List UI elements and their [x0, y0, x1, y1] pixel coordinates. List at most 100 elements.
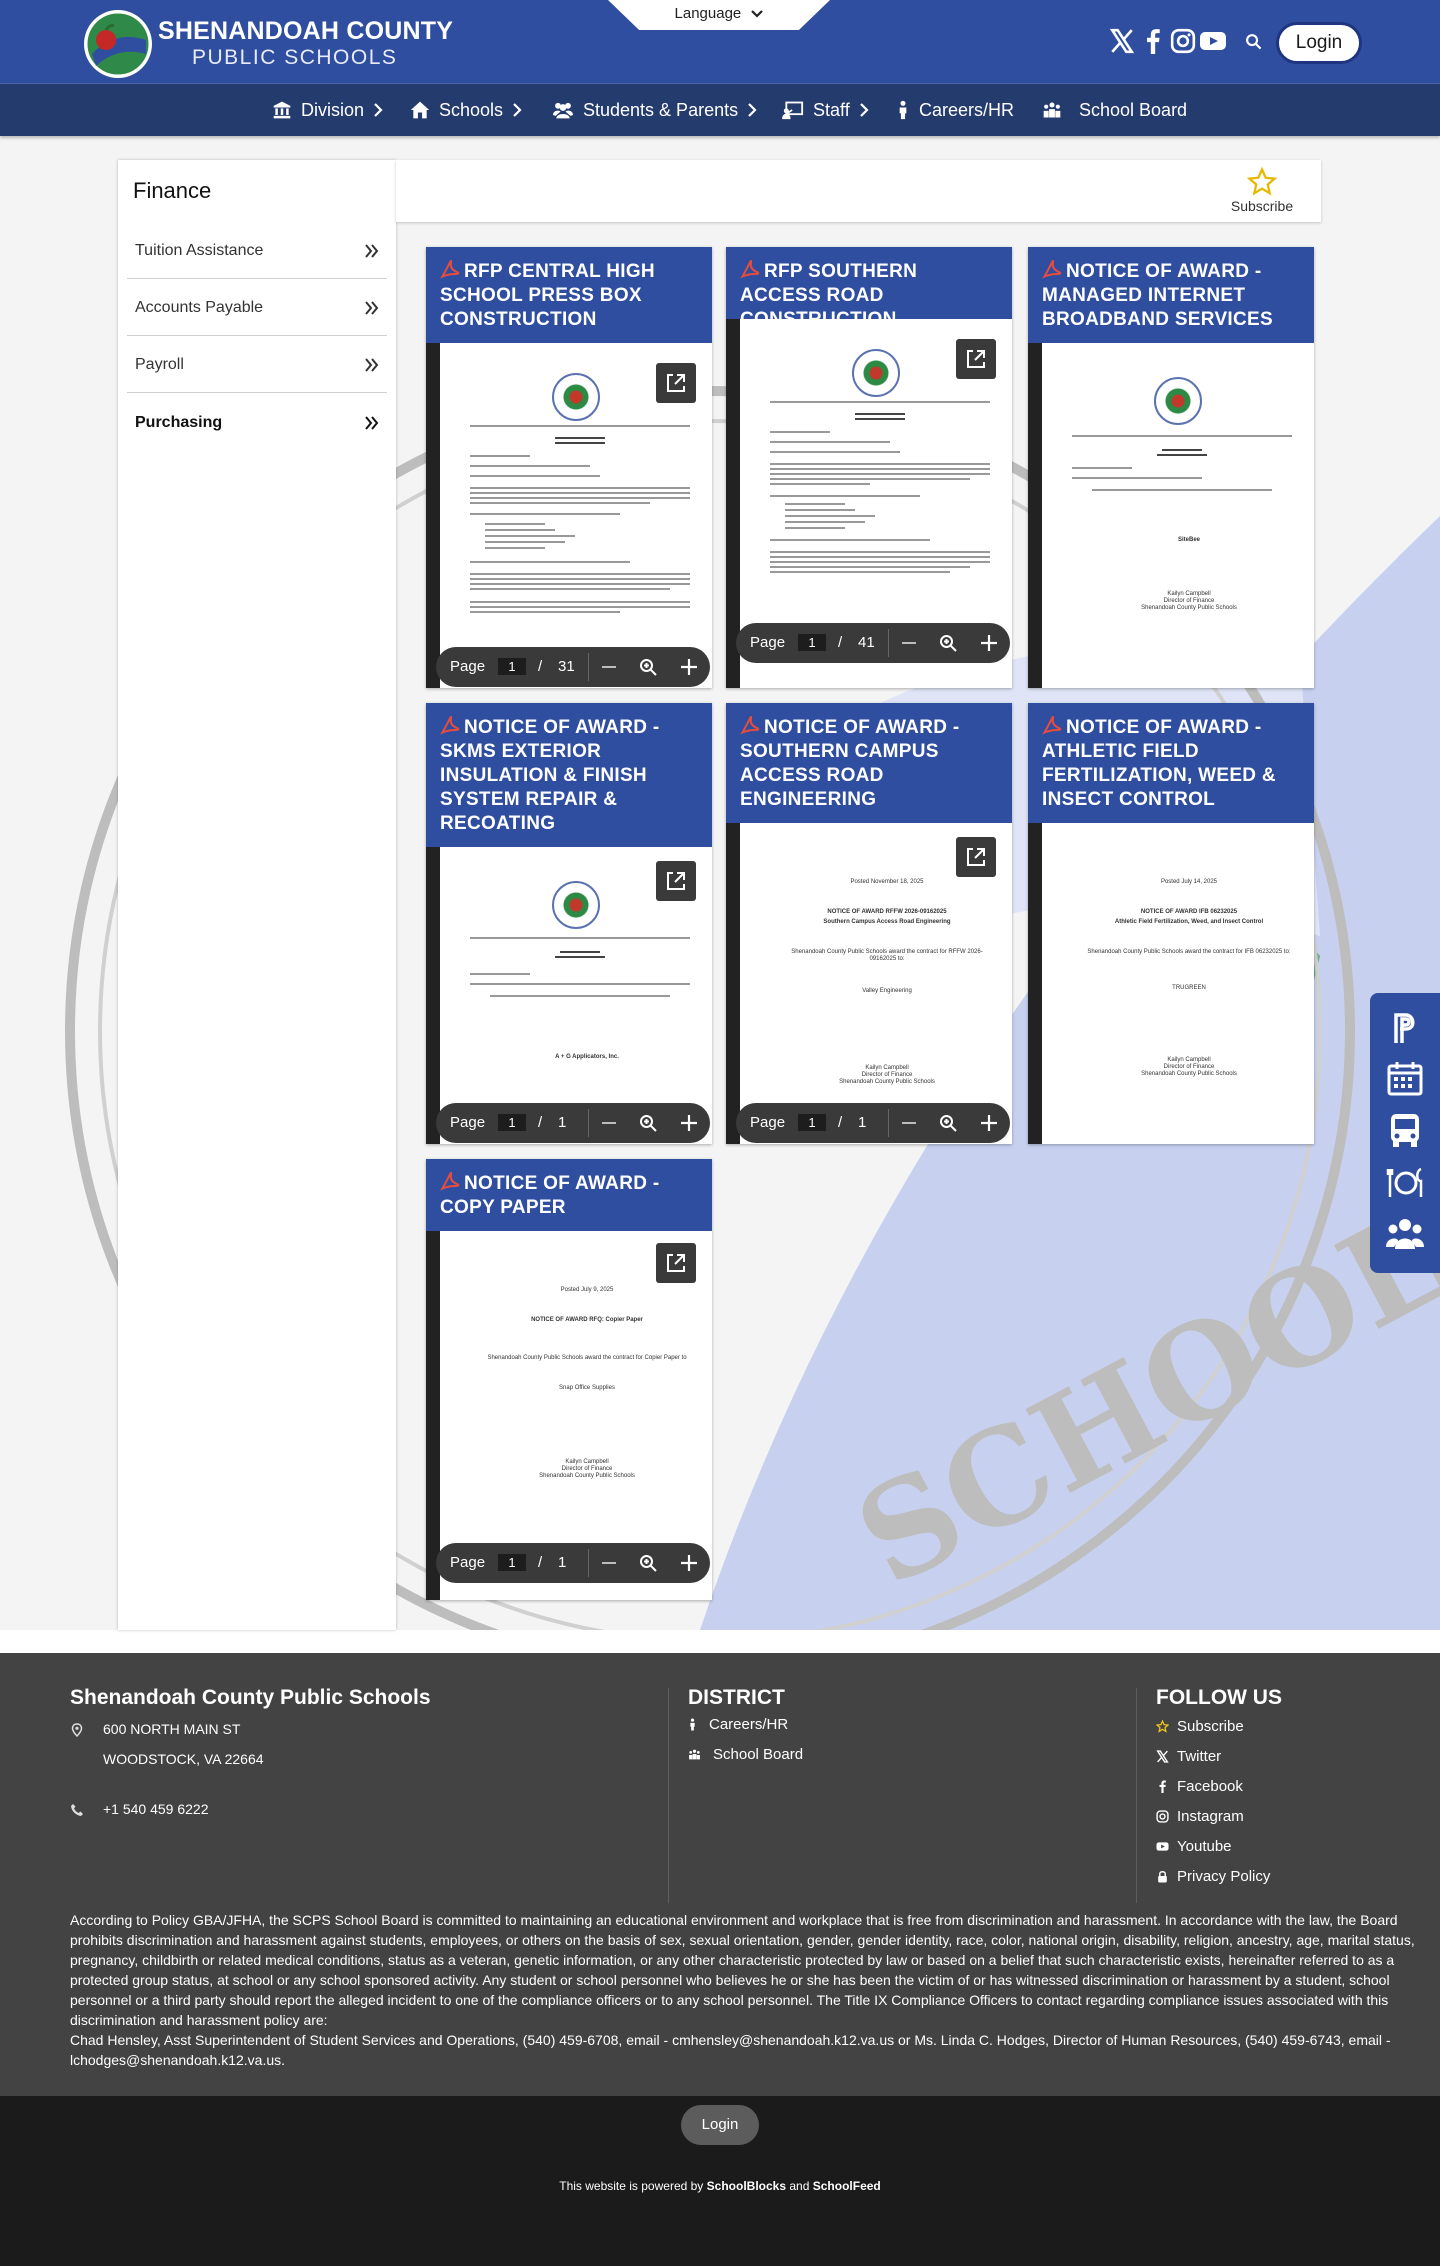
document-card[interactable]: NOTICE OF AWARD - MANAGED INTERNET BROAD… [1028, 247, 1314, 688]
card-title[interactable]: NOTICE OF AWARD - COPY PAPER [426, 1159, 712, 1232]
logo-title[interactable]: SHENANDOAH COUNTY [158, 17, 453, 46]
card-title[interactable]: RFP CENTRAL HIGH SCHOOL PRESS BOX CONSTR… [426, 247, 712, 344]
zoom-search-icon[interactable] [639, 1114, 657, 1132]
pdf-viewer[interactable]: Page 1 / 31 [426, 343, 712, 688]
page-total: 41 [858, 634, 875, 651]
parentsquare-icon[interactable] [1386, 1009, 1424, 1047]
district-logo-icon[interactable] [84, 10, 152, 78]
pdf-viewer[interactable]: Posted July 14, 2025 NOTICE OF AWARD IFB… [1028, 823, 1314, 1144]
schoolfeed-link[interactable]: SchoolFeed [813, 2179, 881, 2193]
double-chevron-right-icon [365, 358, 379, 372]
footer-link-privacy-policy[interactable]: Privacy Policy [1156, 1868, 1270, 1885]
zoom-in-icon[interactable] [680, 1554, 698, 1572]
footer-link-facebook[interactable]: Facebook [1156, 1778, 1243, 1795]
site-header: SHENANDOAH COUNTY PUBLIC SCHOOLS Languag… [0, 0, 1440, 83]
sidebar-item-purchasing[interactable]: Purchasing [127, 395, 387, 450]
zoom-search-icon[interactable] [939, 634, 957, 652]
card-title[interactable]: NOTICE OF AWARD - SOUTHERN CAMPUS ACCESS… [726, 703, 1012, 824]
subscribe-button[interactable]: Subscribe [1222, 167, 1302, 214]
page-number-input[interactable]: 1 [798, 634, 826, 651]
zoom-in-icon[interactable] [980, 634, 998, 652]
pdf-viewer[interactable]: SiteBee Kailyn Campbell Director of Fina… [1028, 343, 1314, 688]
zoom-search-icon[interactable] [639, 1554, 657, 1572]
footer-link-subscribe[interactable]: Subscribe [1156, 1718, 1244, 1735]
zoom-out-icon[interactable] [901, 635, 917, 651]
bus-icon[interactable] [1386, 1111, 1424, 1149]
card-title[interactable]: NOTICE OF AWARD - ATHLETIC FIELD FERTILI… [1028, 703, 1314, 824]
footer-link-school-board[interactable]: School Board [688, 1746, 803, 1763]
logo-subtitle[interactable]: PUBLIC SCHOOLS [192, 46, 397, 70]
facebook-icon[interactable] [1140, 28, 1166, 54]
zoom-search-icon[interactable] [639, 658, 657, 676]
document-card[interactable]: NOTICE OF AWARD - COPY PAPER Posted July… [426, 1159, 712, 1600]
zoom-out-icon[interactable] [901, 1115, 917, 1131]
powered-by: This website is powered by SchoolBlocks … [0, 2179, 1440, 2193]
open-external-button[interactable] [656, 363, 696, 403]
community-icon[interactable] [1386, 1215, 1424, 1253]
page-number-input[interactable]: 1 [498, 658, 526, 675]
twitter-x-icon[interactable] [1109, 28, 1135, 54]
pdf-viewer[interactable]: Posted November 18, 2025 NOTICE OF AWARD… [726, 823, 1012, 1144]
site-footer: Shenandoah County Public Schools 600 NOR… [0, 1653, 1440, 2096]
calendar-icon[interactable] [1386, 1059, 1424, 1097]
zoom-search-icon[interactable] [939, 1114, 957, 1132]
footer-link-instagram[interactable]: Instagram [1156, 1808, 1244, 1825]
instagram-icon[interactable] [1170, 28, 1196, 54]
zoom-in-icon[interactable] [680, 658, 698, 676]
nav-item-careers-hr[interactable]: Careers/HR [896, 97, 1014, 123]
footer-login-button[interactable]: Login [681, 2105, 759, 2145]
viewer-sidebar [426, 1231, 440, 1600]
search-icon[interactable] [1245, 33, 1262, 50]
notice-body: Shenandoah County Public Schools award t… [1087, 949, 1291, 955]
open-external-button[interactable] [956, 339, 996, 379]
awarded-vendor: A + G Applicators, Inc. [555, 1054, 619, 1060]
open-external-button[interactable] [656, 1243, 696, 1283]
card-title[interactable]: NOTICE OF AWARD - MANAGED INTERNET BROAD… [1028, 247, 1314, 344]
zoom-in-icon[interactable] [680, 1114, 698, 1132]
sidebar-item-payroll[interactable]: Payroll [127, 338, 387, 393]
page-total: 1 [558, 1114, 567, 1131]
nav-item-label: Careers/HR [919, 99, 1015, 120]
external-link-icon [667, 374, 685, 392]
zoom-out-icon[interactable] [601, 659, 617, 675]
viewer-sidebar [726, 823, 740, 1144]
card-title[interactable]: NOTICE OF AWARD - SKMS EXTERIOR INSULATI… [426, 703, 712, 848]
posted-date: Posted November 18, 2025 [850, 879, 924, 885]
nav-item-staff[interactable]: Staff [782, 97, 869, 123]
page-number-input[interactable]: 1 [498, 1554, 526, 1571]
sidebar-item-tuition-assistance[interactable]: Tuition Assistance [127, 224, 387, 279]
page-number-input[interactable]: 1 [498, 1114, 526, 1131]
zoom-in-icon[interactable] [980, 1114, 998, 1132]
nav-item-schools[interactable]: Schools [410, 97, 522, 123]
building-icon [273, 101, 291, 119]
nav-item-division[interactable]: Division [272, 97, 383, 123]
document-card[interactable]: NOTICE OF AWARD - ATHLETIC FIELD FERTILI… [1028, 703, 1314, 1144]
youtube-icon[interactable] [1199, 28, 1227, 54]
document-card[interactable]: NOTICE OF AWARD - SKMS EXTERIOR INSULATI… [426, 703, 712, 1144]
page-number-input[interactable]: 1 [798, 1114, 826, 1131]
footer-link-youtube[interactable]: Youtube [1156, 1838, 1232, 1855]
zoom-out-icon[interactable] [601, 1115, 617, 1131]
dining-icon[interactable] [1386, 1163, 1424, 1201]
document-card[interactable]: NOTICE OF AWARD - SOUTHERN CAMPUS ACCESS… [726, 703, 1012, 1144]
sidebar-item-accounts-payable[interactable]: Accounts Payable [127, 281, 387, 336]
card-title-text: NOTICE OF AWARD - SKMS EXTERIOR INSULATI… [440, 717, 660, 834]
footer-link-twitter[interactable]: Twitter [1156, 1748, 1221, 1765]
document-card[interactable]: RFP CENTRAL HIGH SCHOOL PRESS BOX CONSTR… [426, 247, 712, 688]
pdf-viewer[interactable]: Page 1 / 41 [726, 319, 1012, 688]
open-external-button[interactable] [956, 837, 996, 877]
pdf-viewer[interactable]: A + G Applicators, Inc. Page 1 / 1 [426, 847, 712, 1144]
open-external-button[interactable] [656, 861, 696, 901]
document-card[interactable]: RFP SOUTHERN ACCESS ROAD CONSTRUCTION Pa… [726, 247, 1012, 688]
language-selector[interactable]: Language [608, 0, 830, 30]
login-button[interactable]: Login [1276, 22, 1362, 64]
pdf-viewer[interactable]: Posted July 9, 2025 NOTICE OF AWARD RFQ:… [426, 1231, 712, 1600]
posted-date: Posted July 14, 2025 [1160, 879, 1218, 885]
viewer-sidebar [1028, 343, 1042, 688]
schoolblocks-link[interactable]: SchoolBlocks [707, 2179, 786, 2193]
nav-item-school-board[interactable]: School Board [1042, 97, 1187, 123]
nav-item-students-parents[interactable]: Students & Parents [552, 97, 757, 123]
phone-number[interactable]: +1 540 459 6222 [103, 1801, 209, 1817]
footer-link-careers-hr[interactable]: Careers/HR [688, 1716, 788, 1733]
zoom-out-icon[interactable] [601, 1555, 617, 1571]
